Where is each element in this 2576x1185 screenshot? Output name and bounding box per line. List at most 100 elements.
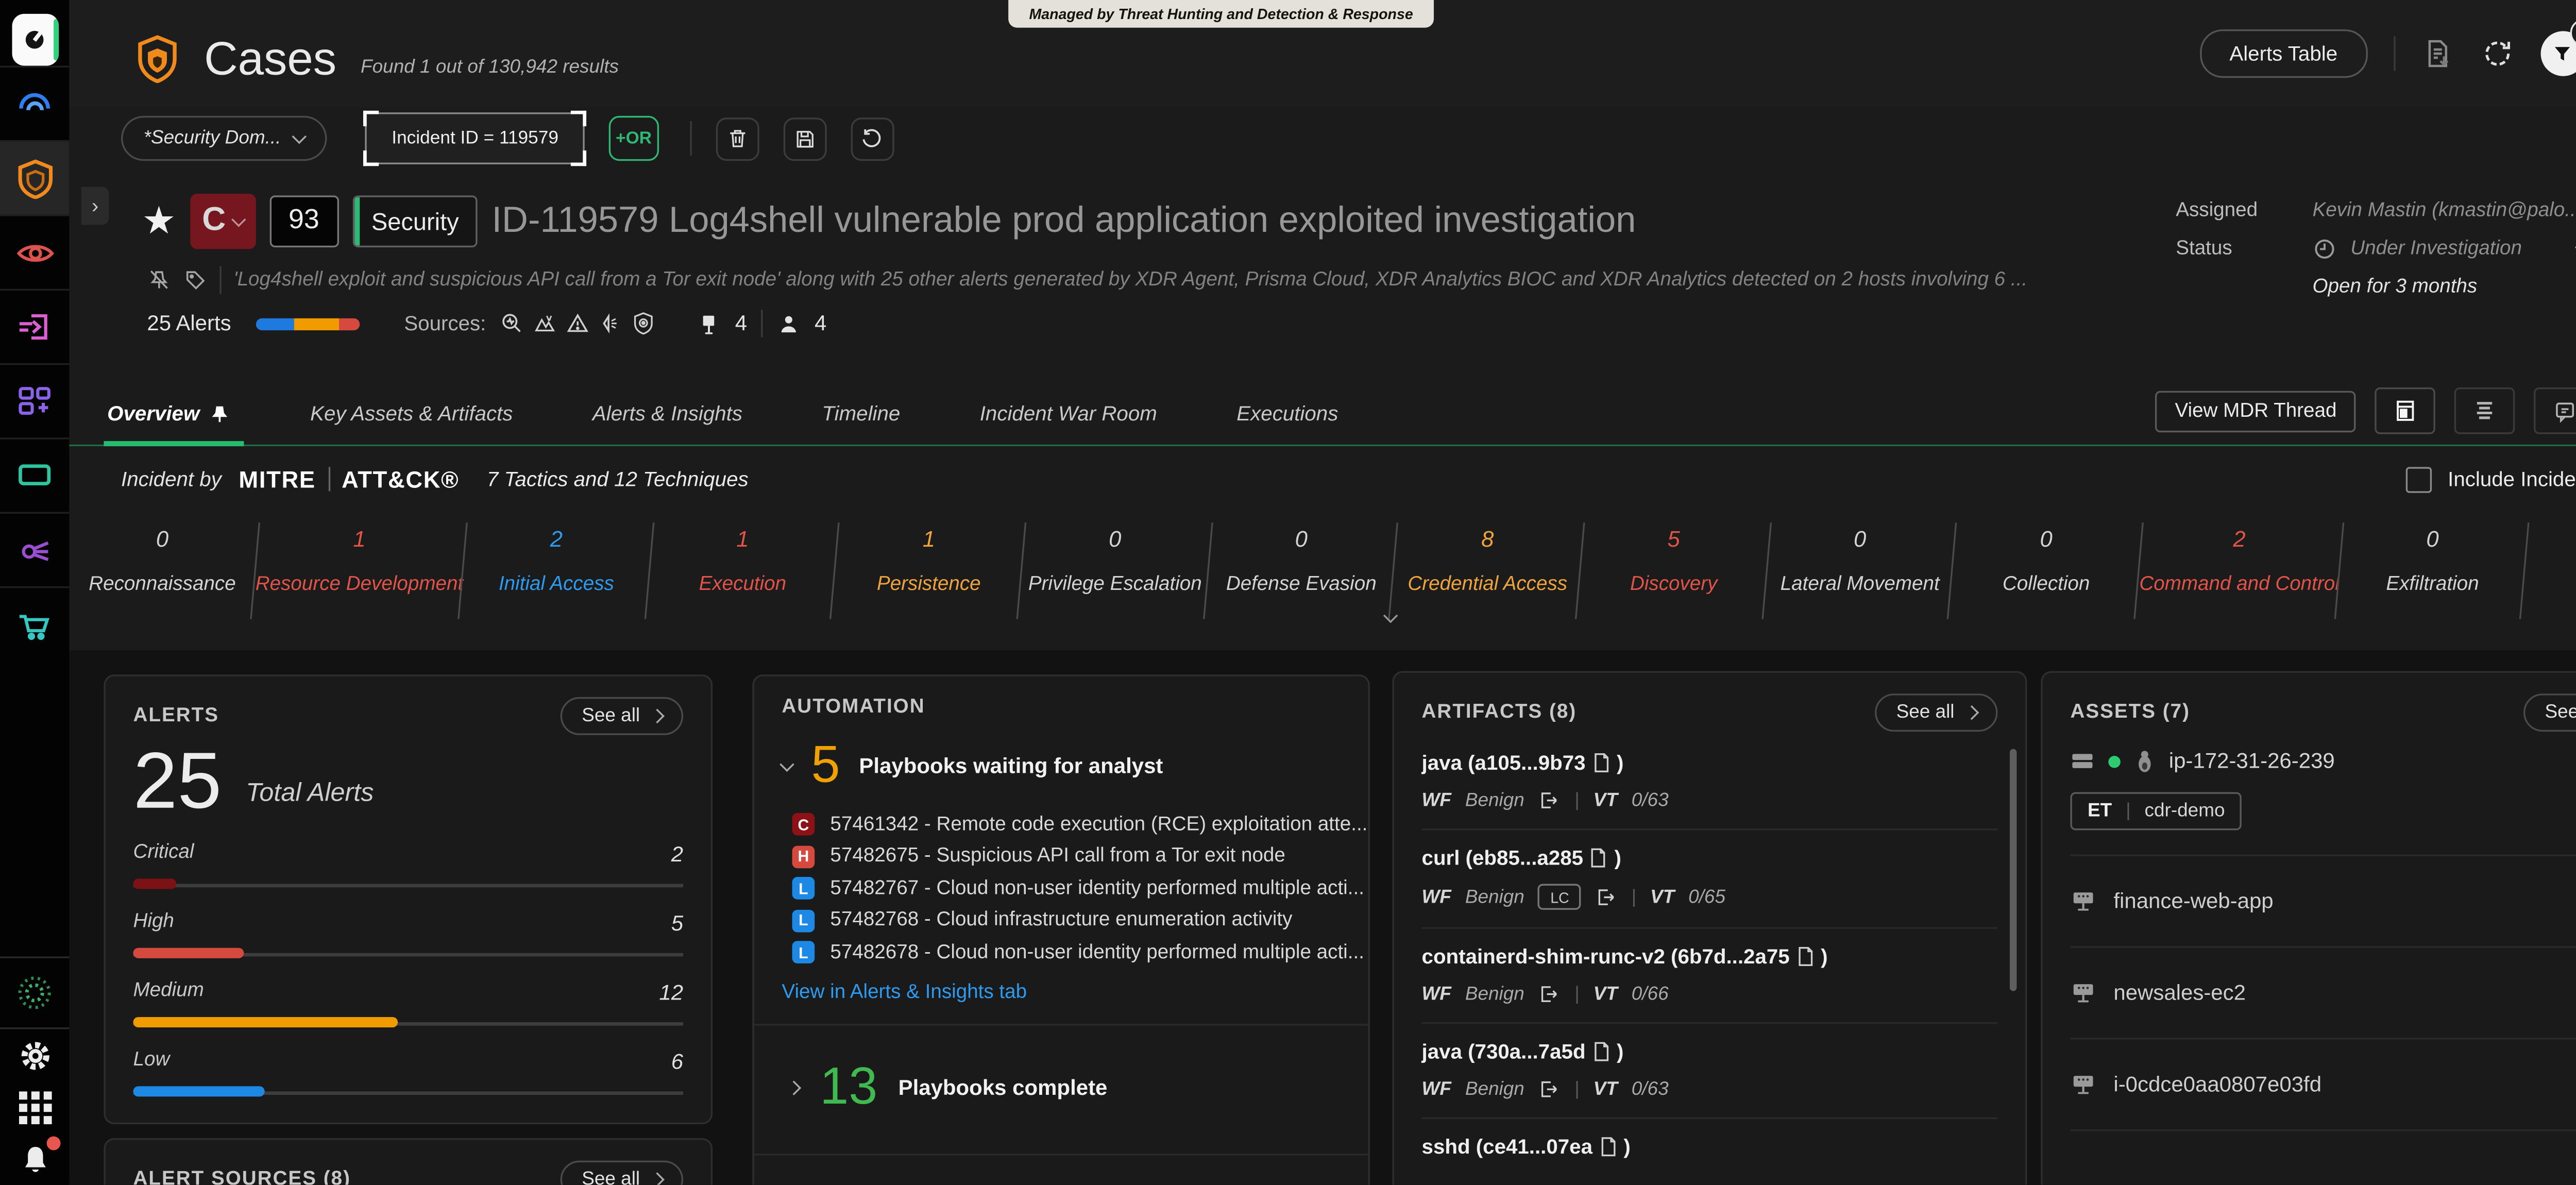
tactic-reconnaissance[interactable]: 0 Reconnaissance [69,519,255,616]
tactic-credential-access[interactable]: 8 Credential Access [1395,519,1581,616]
playbook-item[interactable]: L 57482678 - Cloud non-user identity per… [792,941,1368,963]
playbook-item[interactable]: L 57482767 - Cloud non-user identity per… [792,877,1368,900]
share-icon[interactable] [1538,789,1561,811]
tactic-exfiltration[interactable]: 0 Exfiltration [2340,519,2526,616]
sidebar-item-settings[interactable] [0,1027,69,1081]
sidebar-item-notifications[interactable] [0,1133,69,1185]
share-icon[interactable] [1538,983,1561,1005]
playbook-item[interactable]: L 57482768 - Cloud infrastructure enumer… [792,909,1368,932]
chevron-down-icon [231,211,245,226]
collapse-caret[interactable] [69,616,2576,650]
playbook-item[interactable]: H 57482675 - Suspicious API call from a … [792,845,1368,868]
artifact-item[interactable]: java (730a...7a5d ) WF Benign | VT 0/63 [1422,1024,1998,1119]
sidebar-expand-button[interactable]: › [81,187,109,225]
scrollbar[interactable] [2010,749,2016,991]
share-icon[interactable] [1538,1077,1561,1100]
artifact-item[interactable]: java (a105...9b73 ) WF Benign | VT 0/63 [1422,735,1998,831]
sidebar-item-threat-intel[interactable] [0,214,69,289]
tag-icon[interactable] [183,268,208,292]
tab-overview[interactable]: Overview [107,401,231,446]
add-or-filter-button[interactable]: +OR [608,116,658,161]
managed-service-banner: Managed by Threat Hunting and Detection … [1008,0,1434,28]
tab-alerts-insights[interactable]: Alerts & Insights [592,401,742,446]
asset-item[interactable]: i-0cdce0aa0807e03fd [2070,1040,2576,1131]
sync-icon[interactable] [2479,36,2514,71]
asset-item[interactable]: finance-web-app [2070,856,2576,948]
waiting-label: Playbooks waiting for analyst [859,754,1163,778]
sidebar-item-apps[interactable] [0,1081,69,1133]
person-icon[interactable] [776,311,801,336]
playbook-item[interactable]: C 57461342 - Remote code execution (RCE)… [792,813,1368,836]
sidebar-item-network[interactable] [0,66,69,140]
severity-badge[interactable]: C [190,194,256,249]
comments-button[interactable] [2534,387,2576,434]
user-avatar[interactable]: 1 [2540,31,2576,76]
audio-alert-icon[interactable] [599,311,623,335]
reset-filter-button[interactable] [851,117,894,160]
assets-see-all-button[interactable]: See all [2524,693,2576,732]
layout-toggle-button[interactable] [2375,387,2435,434]
query-chip[interactable]: Incident ID = 119579 [366,112,584,164]
status-value[interactable]: Under Investigation [2312,237,2576,261]
alert-sources-title: ALERT SOURCES (8) [133,1169,351,1184]
tactic-privilege-escalation[interactable]: 0 Privilege Escalation [1022,519,1208,616]
tactic-discovery[interactable]: 5 Discovery [1581,519,1767,616]
artifacts-see-all-button[interactable]: See all [1875,693,1997,732]
view-alerts-insights-link[interactable]: View in Alerts & Insights tab [782,983,1368,1003]
asset-item-primary[interactable]: ip-172-31-26-239 ET | cdr-demo [2070,732,2576,856]
tactic-command-and-control[interactable]: 2 Command and Control [2139,519,2339,616]
tab-timeline[interactable]: Timeline [822,401,900,446]
delete-filter-button[interactable] [716,117,759,160]
sidebar-item-cases[interactable] [0,140,69,214]
tactic-persistence[interactable]: 1 Persistence [836,519,1022,616]
pin-slash-icon[interactable] [147,268,171,292]
assigned-value[interactable]: Kevin Mastin (kmastin@palo... [2312,200,2576,221]
tactic-defense-evasion[interactable]: 0 Defense Evasion [1208,519,1394,616]
sidebar-item-add-widgets[interactable] [0,363,69,437]
artifact-item[interactable]: curl (eb85...a285 ) WF Benign LC | VT 0/… [1422,830,1998,928]
complete-count: 13 [820,1060,877,1115]
tactic-initial-access[interactable]: 2 Initial Access [463,519,649,616]
automation-card: AUTOMATION 5 Playbooks waiting for analy… [752,674,1369,1184]
tactic-lateral-movement[interactable]: 0 Lateral Movement [1767,519,1953,616]
tactic-execution[interactable]: 1 Execution [650,519,836,616]
tactic-collection[interactable]: 0 Collection [1953,519,2139,616]
star-icon[interactable]: ★ [142,202,176,241]
asset-tag-chip: ET | cdr-demo [2070,792,2242,831]
alerts-see-all-button[interactable]: See all [561,697,683,735]
list-view-button[interactable] [2454,387,2515,434]
report-export-icon[interactable] [2420,36,2453,71]
tactic-impact[interactable]: 0 Impact [2526,519,2576,616]
tab-key-assets-artifacts[interactable]: Key Assets & Artifacts [310,401,513,446]
tab-executions[interactable]: Executions [1236,401,1338,446]
alert-sources-see-all-button[interactable]: See all [561,1161,683,1185]
alerts-table-button[interactable]: Alerts Table [2200,29,2367,78]
tactic-resource-development[interactable]: 1 Resource Development [256,519,463,616]
analytics-bioc-icon[interactable] [533,311,557,335]
playbooks-waiting-row[interactable]: 5 Playbooks waiting for analyst [782,738,1368,793]
artifact-item[interactable]: sshd (ce41...07ea ) [1422,1119,1998,1176]
asset-item[interactable]: newsales-ec2 [2070,948,2576,1040]
mitre-attack-logo: MITRE ATT&CK® [239,466,459,492]
view-mdr-thread-button[interactable]: View MDR Thread [2156,390,2356,432]
sidebar-item-marketplace[interactable] [0,586,69,661]
search-analytics-icon[interactable] [500,311,524,335]
sidebar-item-endpoints[interactable] [0,437,69,512]
shield-source-icon[interactable] [631,311,655,335]
insights-checkbox[interactable] [2406,466,2432,492]
share-icon[interactable] [1595,886,1618,908]
tab-incident-war-room[interactable]: Incident War Room [980,401,1157,446]
playbooks-complete-row[interactable]: 13 Playbooks complete [789,1060,1368,1115]
artifacts-card-title: ARTIFACTS (8) [1422,702,1577,723]
sidebar-item-automation[interactable] [0,289,69,363]
save-filter-button[interactable] [783,117,826,160]
artifact-item[interactable]: containerd-shim-runc-v2 (6b7d...2a75 ) W… [1422,929,1998,1024]
sidebar-item-pulse[interactable] [0,956,69,1027]
sidebar-item-broker[interactable] [0,512,69,586]
flag-icon[interactable] [697,311,721,336]
saved-filter-dropdown[interactable]: *Security Dom... [121,116,328,161]
warning-triangle-icon[interactable] [566,311,590,335]
notification-dot [46,1136,60,1149]
cortex-logo[interactable] [11,14,58,66]
include-insights-control[interactable]: Include Incident Insights [2406,466,2576,492]
